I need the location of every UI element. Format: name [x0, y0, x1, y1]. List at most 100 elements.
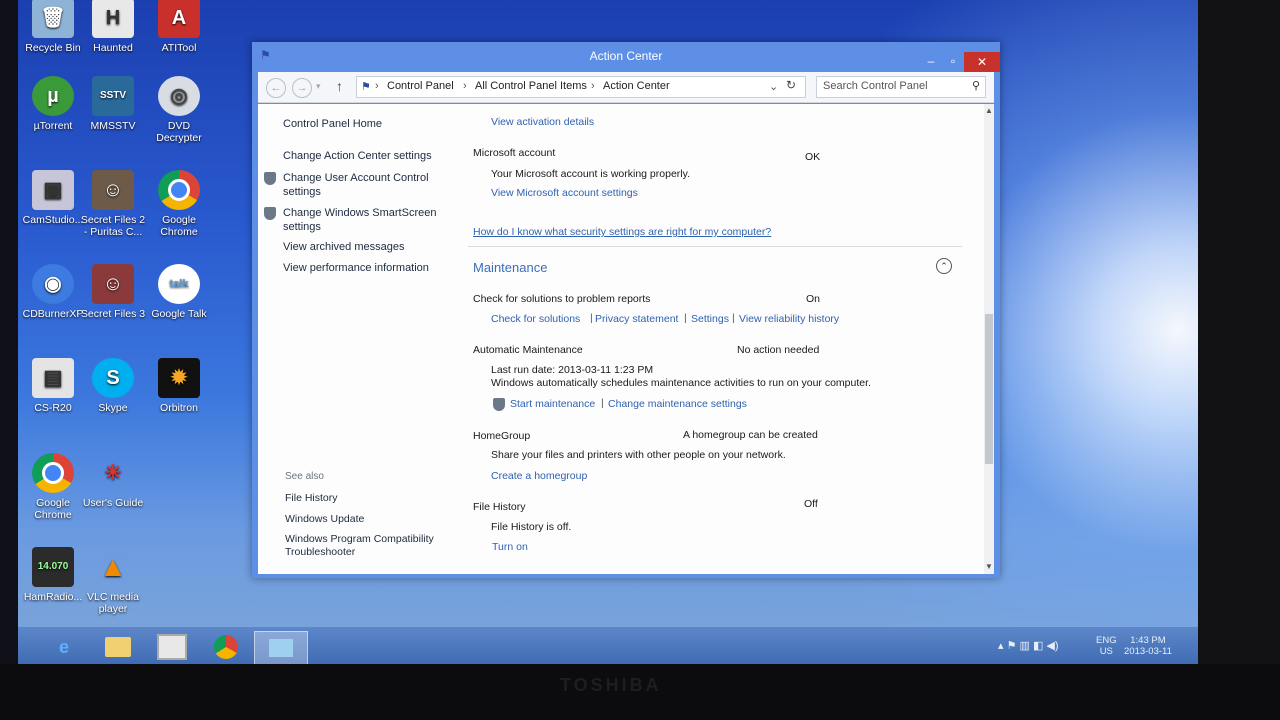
view-activation-details-link[interactable]: View activation details [491, 116, 594, 128]
taskbar: e ▴ ⚑ ▥ ◧ ◀) ENG US 1:43 PM 2013-03-11 [18, 627, 1198, 665]
security-help-link[interactable]: How do I know what security settings are… [473, 226, 771, 238]
desktop-icon-label: Secret Files 3 [80, 308, 146, 320]
desktop-icon-vlc[interactable]: ▲ VLC media player [78, 547, 148, 616]
collapse-chevron-icon[interactable]: ⌃ [936, 258, 952, 274]
skype-icon: S [92, 358, 134, 398]
check-for-solutions-link[interactable]: Check for solutions [491, 313, 580, 325]
atitool-icon: A [158, 0, 200, 38]
maximize-button[interactable]: ▫ [940, 52, 966, 70]
microsoft-account-status: OK [805, 151, 821, 163]
address-bar[interactable]: ⚑ › Control Panel › All Control Panel It… [356, 76, 806, 98]
desktop-icon-secret-files-2[interactable]: ☺ Secret Files 2 - Puritas C... [78, 170, 148, 238]
create-homegroup-link[interactable]: Create a homegroup [491, 470, 587, 482]
tray-icons[interactable]: ▴ ⚑ ▥ ◧ ◀) [998, 639, 1059, 652]
address-flag-icon: ⚑ [361, 81, 371, 93]
scrollbar-thumb[interactable] [985, 314, 993, 464]
desktop-icon-label: User's Guide [82, 497, 144, 509]
desktop-icon-google-chrome[interactable]: Google Chrome [144, 170, 214, 238]
see-also-header: See also [285, 471, 324, 482]
settings-link[interactable]: Settings [691, 313, 729, 325]
chrome-icon [158, 170, 200, 210]
chrome-icon[interactable] [200, 631, 252, 663]
desktop-icon-users-guide[interactable]: ✳ User's Guide [78, 453, 148, 509]
file-explorer-icon[interactable] [92, 631, 144, 663]
breadcrumb-action-center[interactable]: Action Center [603, 80, 670, 92]
desktop-icon-atitool[interactable]: A ATITool [144, 0, 214, 54]
hamradio-icon: 14.070 [32, 547, 74, 587]
up-button[interactable]: ↑ [336, 78, 343, 94]
homegroup-desc: Share your files and printers with other… [491, 449, 786, 461]
microsoft-account-settings-link[interactable]: View Microsoft account settings [491, 187, 638, 199]
maintenance-header[interactable]: Maintenance [473, 260, 547, 275]
see-also-windows-update[interactable]: Windows Update [285, 513, 364, 525]
desktop-icon-label: Orbitron [160, 402, 198, 414]
sidebar-link-smartscreen[interactable]: Change Windows SmartScreen settings [283, 206, 443, 234]
haunted-icon: H [92, 0, 134, 38]
back-button[interactable]: ← [266, 78, 286, 98]
sidebar-link-action-center-settings[interactable]: Change Action Center settings [283, 150, 432, 162]
breadcrumb-control-panel[interactable]: Control Panel [387, 80, 454, 92]
desktop-icon-orbitron[interactable]: ✹ Orbitron [144, 358, 214, 414]
sidebar-link-performance[interactable]: View performance information [283, 262, 429, 274]
refresh-button[interactable]: ↻ [786, 78, 796, 92]
see-also-file-history[interactable]: File History [285, 492, 338, 504]
file-history-status: Off [804, 498, 818, 510]
scroll-down-arrow[interactable]: ▼ [985, 562, 993, 571]
desktop-icon-secret-files-3[interactable]: ☺ Secret Files 3 [78, 264, 148, 320]
window-content: Control Panel Home Change Action Center … [258, 104, 994, 574]
scroll-up-arrow[interactable]: ▲ [985, 106, 993, 115]
change-maintenance-settings-link[interactable]: Change maintenance settings [608, 398, 747, 410]
search-placeholder: Search Control Panel [823, 80, 928, 92]
desktop-icon-google-talk[interactable]: talk Google Talk [144, 264, 214, 320]
monitor-brand-logo: TOSHIBA [560, 675, 662, 695]
desktop-icon-mmsstv[interactable]: SSTV MMSSTV [78, 76, 148, 132]
navigation-bar: ← → ▾ ↑ ⚑ › Control Panel › All Control … [258, 72, 994, 103]
vlc-icon: ▲ [99, 551, 127, 582]
window-titlebar[interactable]: ⚑ Action Center – ▫ ✕ [252, 42, 1000, 72]
auto-maintenance-title: Automatic Maintenance [473, 344, 583, 356]
privacy-statement-link[interactable]: Privacy statement [595, 313, 678, 325]
last-run-date: Last run date: 2013-03-11 1:23 PM [491, 364, 654, 376]
link-separator: | [601, 397, 604, 409]
control-panel-icon[interactable] [254, 631, 308, 665]
admin-shield-icon [493, 398, 505, 411]
search-icon: ⚲ [971, 80, 980, 92]
file-history-title: File History [473, 501, 526, 513]
desktop-icon-haunted[interactable]: H Haunted [78, 0, 148, 54]
see-also-compat-troubleshooter[interactable]: Windows Program Compatibility Troublesho… [285, 533, 445, 559]
uac-shield-icon [264, 172, 276, 185]
start-maintenance-link[interactable]: Start maintenance [510, 398, 595, 410]
utorrent-icon: µ [32, 76, 74, 116]
turn-on-file-history-link[interactable]: Turn on [492, 541, 528, 553]
action-center-window: ⚑ Action Center – ▫ ✕ ← → ▾ ↑ ⚑ › Contro… [252, 42, 1000, 578]
clock[interactable]: 1:43 PM 2013-03-11 [1124, 635, 1172, 657]
breadcrumb-all-items[interactable]: All Control Panel Items [475, 80, 587, 92]
recent-locations-icon[interactable]: ▾ [316, 81, 321, 92]
link-separator: | [590, 312, 593, 324]
secret-files-3-icon: ☺ [92, 264, 134, 304]
solutions-title: Check for solutions to problem reports [473, 293, 651, 305]
reliability-history-link[interactable]: View reliability history [739, 313, 839, 325]
generic-app-icon[interactable] [146, 631, 198, 663]
address-dropdown-icon[interactable]: ⌄ [769, 80, 778, 93]
language-indicator[interactable]: ENG US [1096, 635, 1117, 657]
sidebar-home-link[interactable]: Control Panel Home [283, 118, 382, 130]
sidebar-link-uac-settings[interactable]: Change User Account Control settings [283, 171, 443, 199]
vertical-scrollbar[interactable]: ▲ ▼ [984, 104, 994, 574]
link-separator: | [732, 312, 735, 324]
sidebar-link-archived-messages[interactable]: View archived messages [283, 241, 404, 253]
desktop-icon-dvd-decrypter[interactable]: ◎ DVD Decrypter [144, 76, 214, 144]
desktop-icon-skype[interactable]: S Skype [78, 358, 148, 414]
close-button[interactable]: ✕ [964, 52, 1000, 72]
search-input[interactable]: Search Control Panel ⚲ [816, 76, 986, 98]
chrome-icon [32, 453, 74, 493]
forward-button[interactable]: → [292, 78, 312, 98]
monitor-bezel-left [0, 0, 18, 720]
cdburnerxp-icon: ◉ [32, 264, 74, 304]
desktop-icon-label: DVD Decrypter [156, 120, 202, 144]
desktop-icon-label: Skype [98, 402, 128, 414]
lang-label: ENG [1096, 635, 1117, 646]
desktop-icon-label: VLC media player [87, 591, 139, 615]
region-label: US [1099, 646, 1113, 657]
internet-explorer-icon[interactable]: e [38, 631, 90, 663]
